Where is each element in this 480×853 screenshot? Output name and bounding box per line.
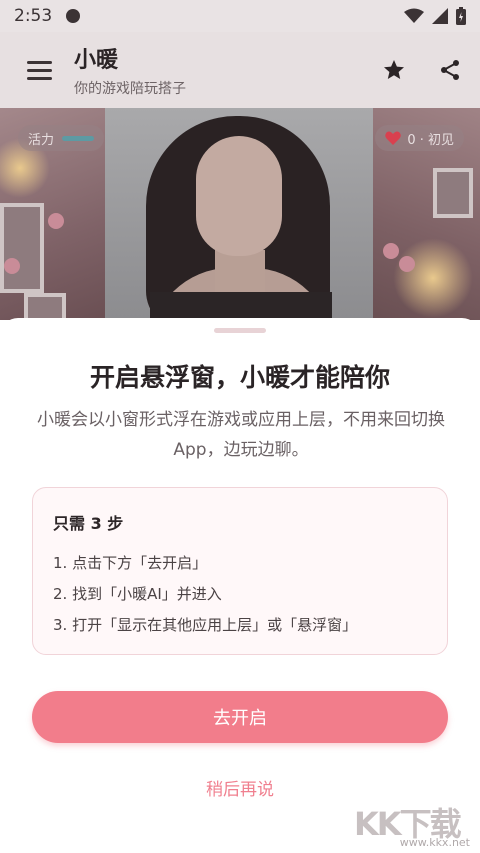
sheet-title: 开启悬浮窗，小暖才能陪你 [89,363,390,392]
photo-frame [433,168,473,218]
flower-decoration [48,213,64,229]
watermark: KK下载 www.kkx.net [354,799,474,849]
app-title: 小暖 [74,48,119,73]
share-icon [441,60,459,80]
star-icon [384,60,404,79]
steps-card: 只需 3 步 1. 点击下方「去开启」 2. 找到「小暖AI」并进入 3. 打开… [32,487,448,655]
heart-icon [385,131,402,145]
vitality-label: 活力 [28,132,55,148]
app-subtitle: 你的游戏陪玩搭子 [74,81,186,97]
menu-icon-line [26,76,52,80]
hero-portrait [105,108,373,320]
portrait-dress [150,292,332,320]
app-actions [374,50,470,90]
menu-icon-line [26,68,52,72]
step-item: 2. 找到「小暖AI」并进入 [53,585,222,603]
vitality-bar [62,135,95,141]
status-bar: 2:53 [0,0,480,32]
wifi-icon [404,8,424,23]
step-item: 3. 打开「显示在其他应用上层」或「悬浮窗」 [53,616,358,634]
flower-decoration [383,243,399,259]
flower-decoration [4,258,20,274]
battery-icon [456,7,466,25]
lamp-glow [393,238,473,318]
character-hero-image: 活力 0 · 初见 [0,108,480,320]
signal-icon [432,8,448,24]
steps-title: 只需 3 步 [53,514,124,533]
menu-icon-line [26,60,52,64]
affinity-text: 0 · 初见 [407,132,454,148]
flower-decoration [399,256,415,272]
app-bar: 小暖 你的游戏陪玩搭子 [0,32,480,108]
sheet-drag-handle[interactable] [214,328,266,333]
status-icons [404,7,466,25]
vitality-badge: 活力 [18,125,105,151]
share-button[interactable] [430,50,470,90]
status-time: 2:53 [14,6,53,26]
photo-frame [24,293,66,320]
title-block: 小暖 你的游戏陪玩搭子 [74,42,186,98]
watermark-url: www.kkx.net [399,836,470,849]
later-button[interactable]: 稍后再说 [140,774,340,806]
favorite-button[interactable] [374,50,414,90]
sheet-description: 小暖会以小窗形式浮在游戏或应用上层，不用来回切换 App，边玩边聊。 [37,410,445,460]
photo-frame [0,203,44,293]
floating-window-permission-sheet: 开启悬浮窗，小暖才能陪你 小暖会以小窗形式浮在游戏或应用上层，不用来回切换 Ap… [0,318,480,853]
notification-dot-icon [66,9,81,23]
enable-button[interactable]: 去开启 [32,691,448,743]
step-item: 1. 点击下方「去开启」 [53,554,208,572]
menu-button[interactable] [14,45,64,95]
portrait-face [196,136,282,256]
affinity-badge: 0 · 初见 [375,125,464,151]
